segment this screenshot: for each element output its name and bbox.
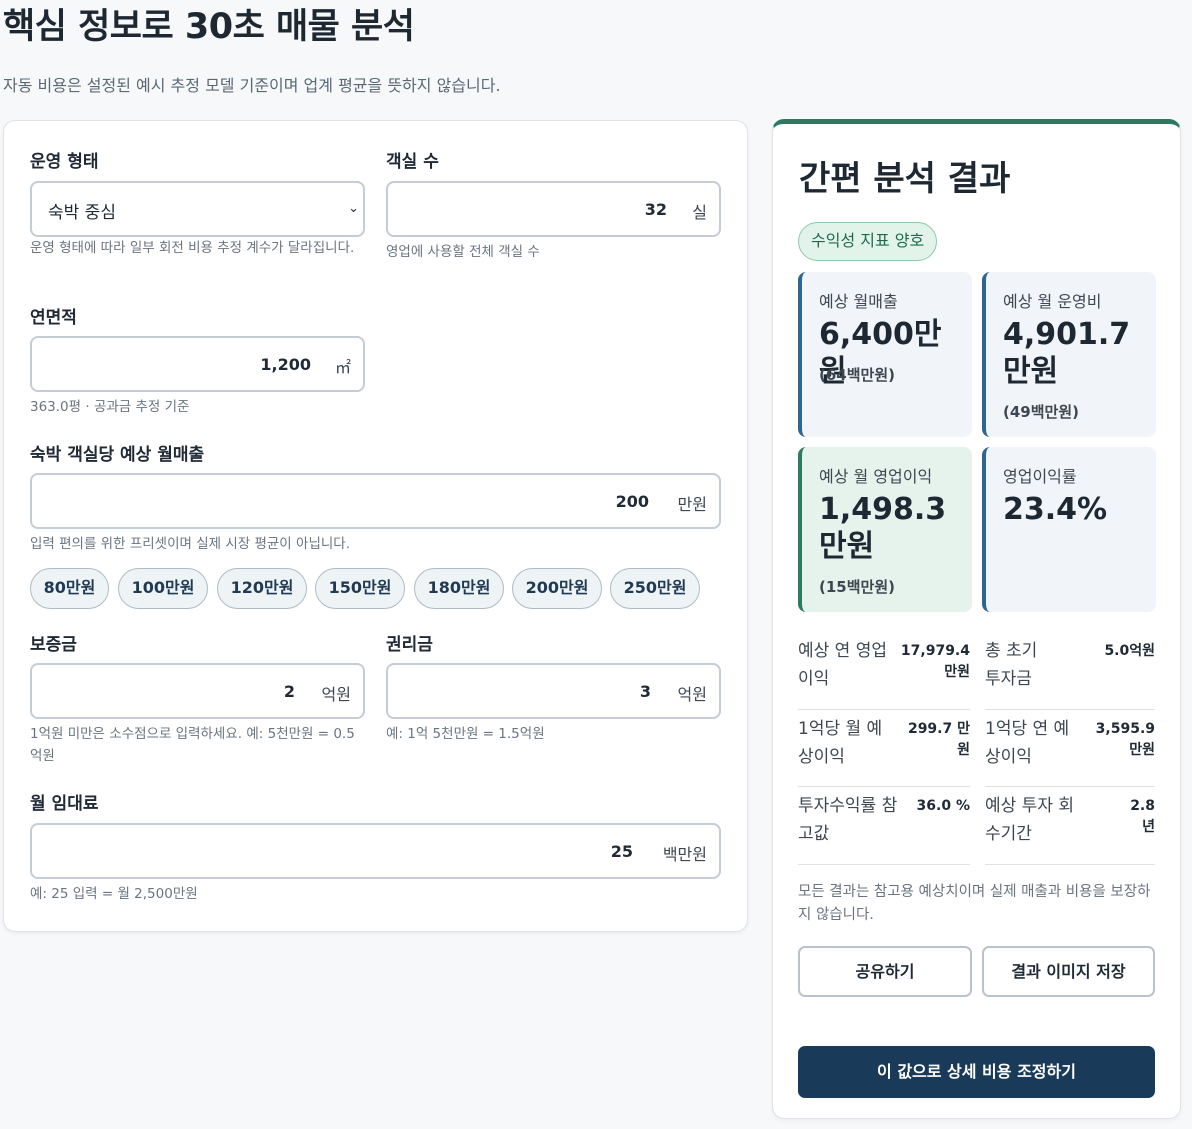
- deposit-label: 보증금: [30, 635, 77, 655]
- metric-monthly-cost: 예상 월 운영비 4,901.7만원 (49백만원): [982, 272, 1156, 437]
- divider: [985, 786, 1155, 787]
- preset-200-button[interactable]: 200만원: [512, 568, 602, 609]
- deposit-input[interactable]: 2 억원: [30, 663, 365, 719]
- stat-value: 3,595.9 만원: [1095, 721, 1155, 758]
- rooms-hint: 영업에 사용할 전체 객실 수: [386, 244, 540, 260]
- revenue-per-room-value: 200: [615, 492, 649, 511]
- result-disclaimer: 모든 결과는 참고용 예상치이며 실제 매출과 비용을 보장하지 않습니다.: [798, 884, 1151, 923]
- divider: [985, 709, 1155, 710]
- stat-label: 투자수익률 참고값: [798, 796, 898, 844]
- revenue-per-room-label: 숙박 객실당 예상 월매출: [30, 445, 205, 465]
- result-card: 간편 분석 결과 수익성 지표 양호 예상 월매출 6,400만원 (64백만원…: [772, 119, 1181, 1119]
- metric-profit-margin: 영업이익률 23.4%: [982, 447, 1156, 612]
- revenue-per-room-unit: 만원: [677, 495, 707, 514]
- result-title: 간편 분석 결과: [799, 159, 1011, 199]
- premium-unit: 억원: [677, 685, 707, 704]
- stat-value: 299.7 만원: [907, 721, 970, 758]
- divider: [798, 786, 970, 787]
- metric-sub: (64백만원): [819, 366, 895, 384]
- divider: [985, 864, 1155, 865]
- deposit-hint: 1억원 미만은 소수점으로 입력하세요. 예: 5천만원 = 0.5억원: [30, 726, 355, 764]
- floor-area-value: 1,200: [260, 355, 311, 374]
- premium-hint: 예: 1억 5천만원 = 1.5억원: [386, 726, 545, 742]
- operation-type-value: 숙박 중심: [48, 203, 116, 223]
- metric-label: 예상 월 운영비: [1003, 292, 1102, 311]
- save-image-button[interactable]: 결과 이미지 저장: [982, 946, 1155, 997]
- metric-label: 예상 월매출: [819, 292, 898, 311]
- stat-value: 36.0 %: [916, 798, 970, 814]
- operation-type-label: 운영 형태: [30, 152, 99, 172]
- input-form-card: 운영 형태 숙박 중심 ⌄ 운영 형태에 따라 일부 회전 비용 추정 계수가 …: [3, 120, 748, 932]
- monthly-rent-hint: 예: 25 입력 = 월 2,500만원: [30, 886, 198, 902]
- adjust-cost-button[interactable]: 이 값으로 상세 비용 조정하기: [798, 1046, 1155, 1098]
- premium-input[interactable]: 3 억원: [386, 663, 721, 719]
- stat-label: 1억당 연 예상이익: [985, 719, 1070, 767]
- revenue-per-room-input[interactable]: 200 만원: [30, 473, 721, 529]
- preset-250-button[interactable]: 250만원: [610, 568, 700, 609]
- status-badge: 수익성 지표 양호: [798, 222, 938, 261]
- floor-area-input[interactable]: 1,200 ㎡: [30, 336, 365, 392]
- share-button[interactable]: 공유하기: [798, 946, 972, 997]
- preset-100-button[interactable]: 100만원: [118, 568, 208, 609]
- monthly-rent-unit: 백만원: [662, 845, 707, 864]
- stat-value: 5.0억원: [1104, 643, 1155, 659]
- metric-label: 영업이익률: [1003, 467, 1077, 486]
- floor-area-hint: 363.0평 · 공과금 추정 기준: [30, 399, 190, 415]
- preset-180-button[interactable]: 180만원: [414, 568, 504, 609]
- metric-sub: (15백만원): [819, 578, 895, 596]
- divider: [798, 709, 970, 710]
- stat-label: 1억당 월 예상이익: [798, 719, 883, 767]
- deposit-unit: 억원: [321, 685, 351, 704]
- metric-value: 1,498.3만원: [819, 492, 947, 564]
- premium-value: 3: [639, 682, 651, 701]
- divider: [798, 864, 970, 865]
- rooms-value: 32: [644, 200, 667, 219]
- monthly-rent-label: 월 임대료: [30, 794, 99, 814]
- stat-label: 예상 연 영업이익: [798, 641, 888, 689]
- floor-area-unit: ㎡: [334, 358, 351, 377]
- metric-value: 23.4%: [1003, 492, 1108, 527]
- metric-sub: (49백만원): [1003, 403, 1079, 421]
- metric-monthly-profit: 예상 월 영업이익 1,498.3만원 (15백만원): [798, 447, 972, 612]
- revenue-per-room-hint: 입력 편의를 위한 프리셋이며 실제 시장 평균이 아닙니다.: [30, 536, 350, 552]
- metric-value: 4,901.7만원: [1003, 317, 1131, 389]
- monthly-rent-value: 25: [610, 842, 633, 861]
- preset-80-button[interactable]: 80만원: [30, 568, 109, 609]
- stat-label: 총 초기 투자금: [985, 641, 1038, 689]
- monthly-rent-input[interactable]: 25 백만원: [30, 823, 721, 879]
- page-subtitle: 자동 비용은 설정된 예시 추정 모델 기준이며 업계 평균을 뜻하지 않습니다…: [3, 76, 501, 95]
- floor-area-label: 연면적: [30, 308, 77, 328]
- chevron-down-icon: ⌄: [348, 201, 359, 216]
- rooms-unit: 실: [692, 203, 707, 222]
- premium-label: 권리금: [386, 635, 433, 655]
- stat-label: 예상 투자 회수기간: [985, 796, 1075, 844]
- stat-value: 2.8 년: [1130, 798, 1155, 835]
- metric-label: 예상 월 영업이익: [819, 467, 933, 486]
- rooms-input[interactable]: 32 실: [386, 181, 721, 237]
- preset-120-button[interactable]: 120만원: [217, 568, 307, 609]
- page-title: 핵심 정보로 30초 매물 분석: [3, 7, 415, 47]
- operation-type-hint: 운영 형태에 따라 일부 회전 비용 추정 계수가 달라집니다.: [30, 240, 355, 256]
- stat-value: 17,979.4 만원: [900, 643, 970, 680]
- preset-150-button[interactable]: 150만원: [315, 568, 405, 609]
- metric-monthly-revenue: 예상 월매출 6,400만원 (64백만원): [798, 272, 972, 437]
- operation-type-select[interactable]: 숙박 중심 ⌄: [30, 181, 365, 237]
- deposit-value: 2: [283, 682, 295, 701]
- rooms-label: 객실 수: [386, 152, 439, 172]
